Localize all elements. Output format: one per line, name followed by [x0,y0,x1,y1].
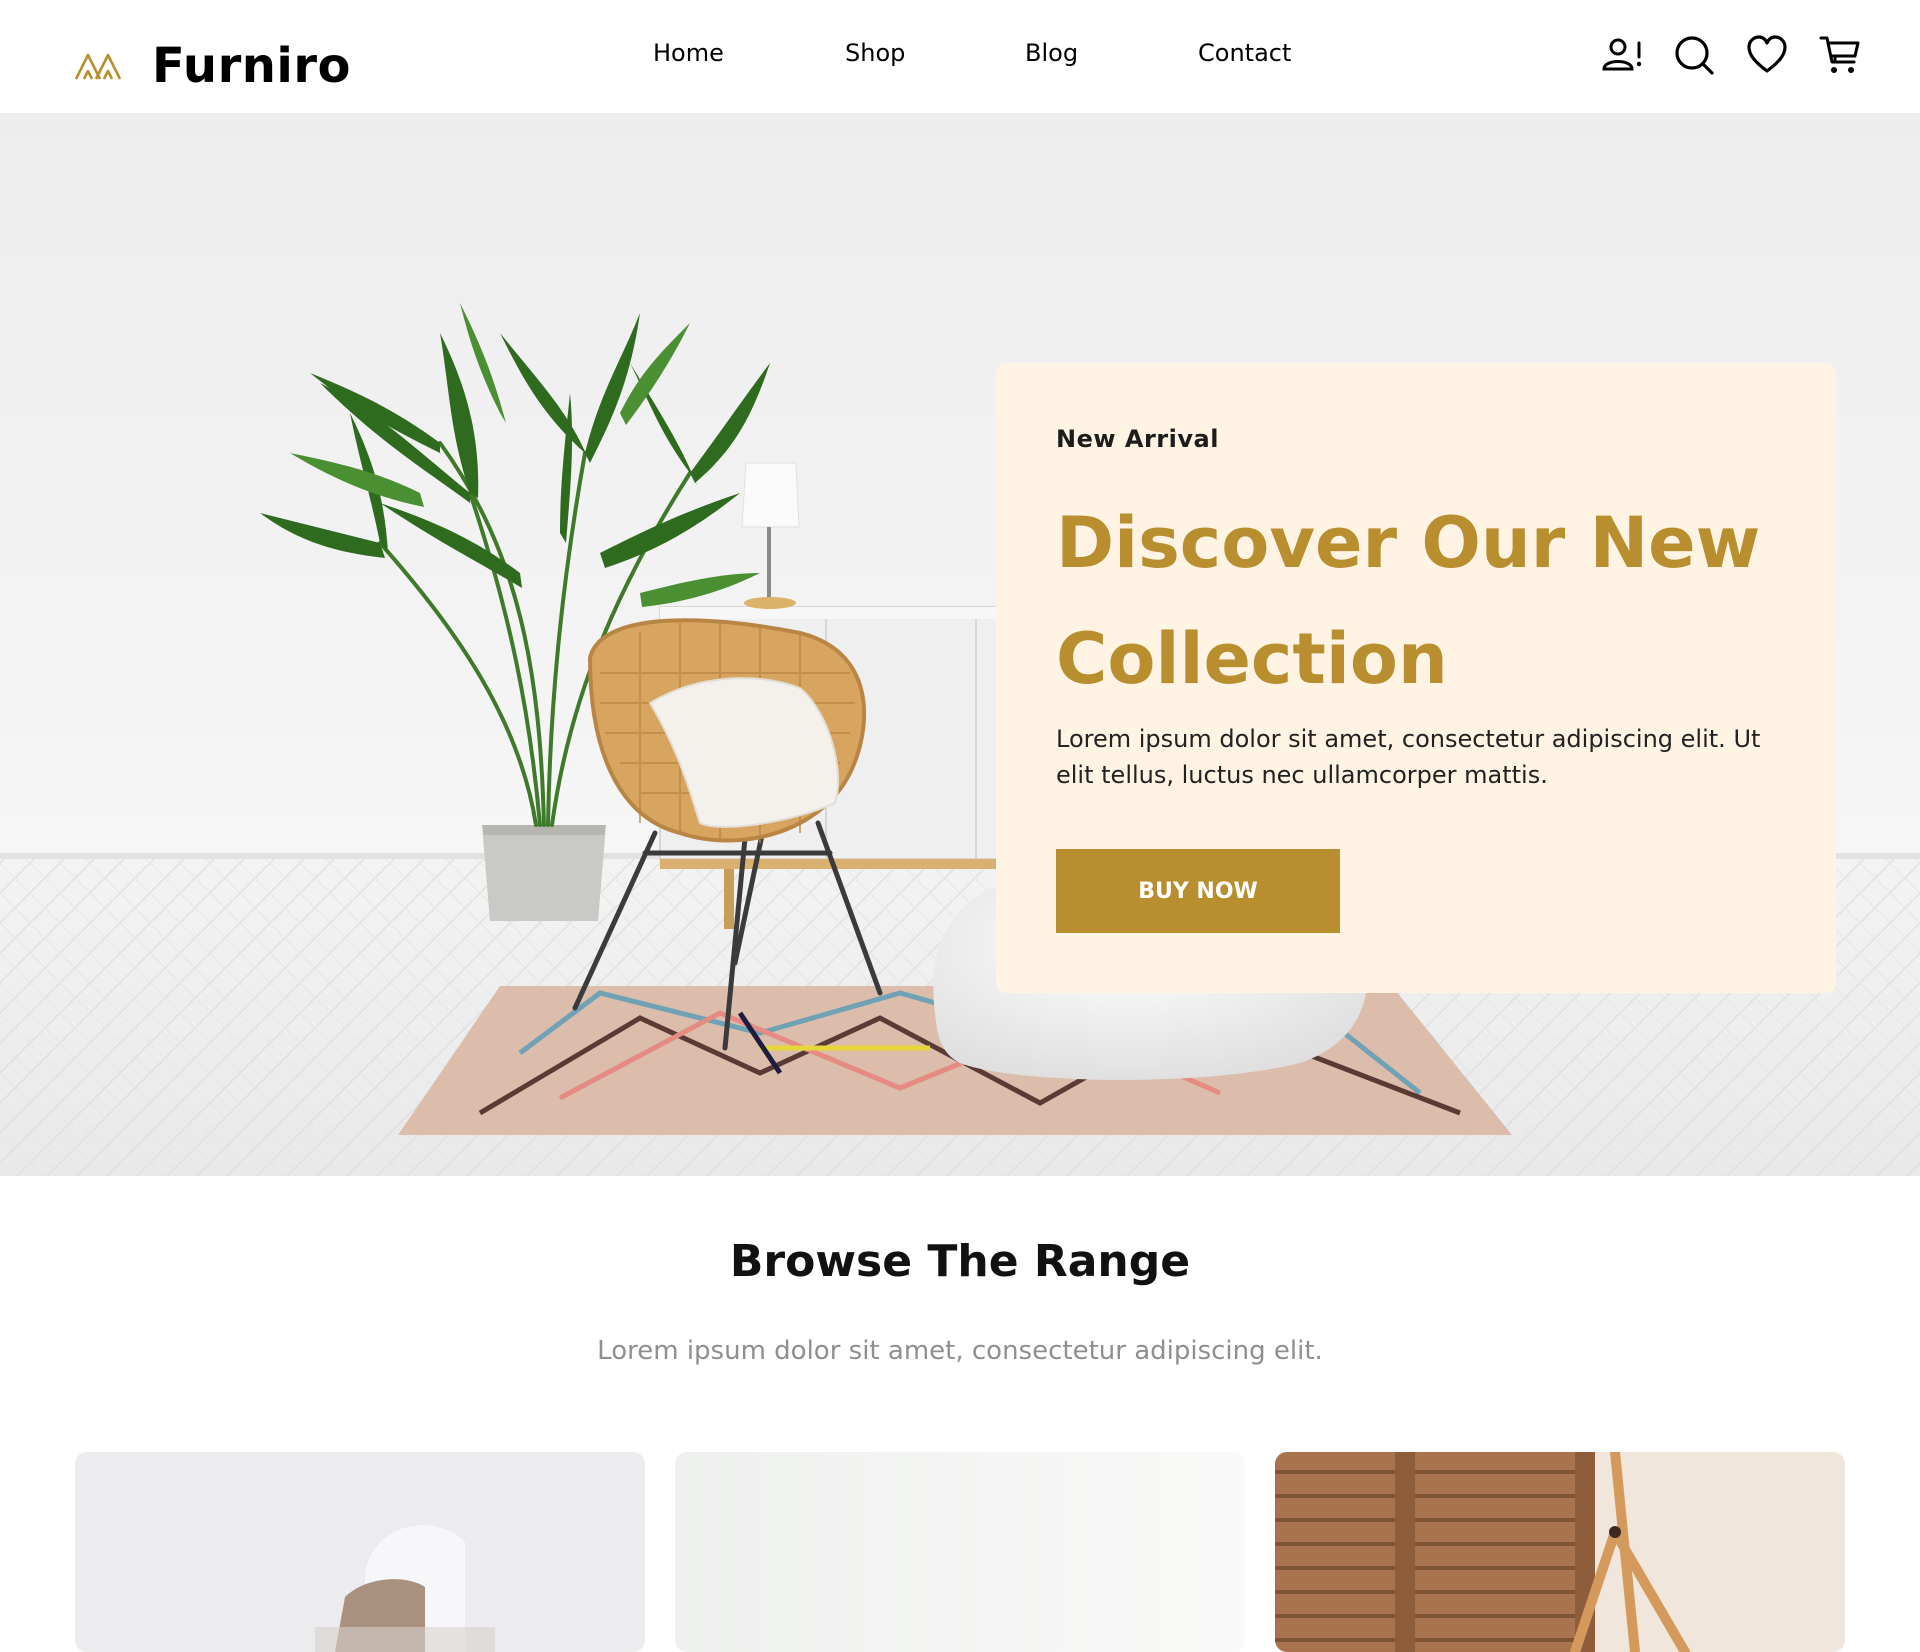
cart-icon[interactable] [1818,33,1862,77]
logo-link[interactable]: Furniro [74,38,351,94]
range-card-bedroom[interactable] [1275,1452,1845,1652]
site-header: Furniro Home Shop Blog Contact [0,0,1920,113]
heart-icon[interactable] [1745,33,1789,77]
nav-item-shop[interactable]: Shop [845,39,905,67]
browse-subtitle: Lorem ipsum dolor sit amet, consectetur … [597,1336,1323,1366]
hero-title: Discover Our New Collection [1056,502,1761,700]
range-card-bedroom-image [1275,1452,1845,1652]
nav-item-contact[interactable]: Contact [1198,39,1291,67]
hero-description: Lorem ipsum dolor sit amet, consectetur … [1056,725,1761,789]
range-card-dining-image [75,1452,645,1652]
hero-banner: New Arrival Discover Our New Collection … [0,113,1920,1176]
brand-name: Furniro [152,38,352,94]
range-card-living[interactable] [675,1452,1245,1652]
range-card-dining[interactable] [75,1452,645,1652]
account-alert-icon[interactable] [1600,33,1644,77]
nav-item-home[interactable]: Home [653,39,724,67]
nav-item-blog[interactable]: Blog [1025,39,1078,67]
range-card-living-image [675,1452,1245,1652]
buy-now-button[interactable]: BUY NOW [1056,849,1340,933]
search-icon[interactable] [1672,33,1716,77]
furniro-logo-icon [74,53,122,80]
browse-title: Browse The Range [729,1236,1191,1287]
hero-eyebrow: New Arrival [1056,425,1219,453]
hero-card: New Arrival Discover Our New Collection … [996,363,1836,993]
